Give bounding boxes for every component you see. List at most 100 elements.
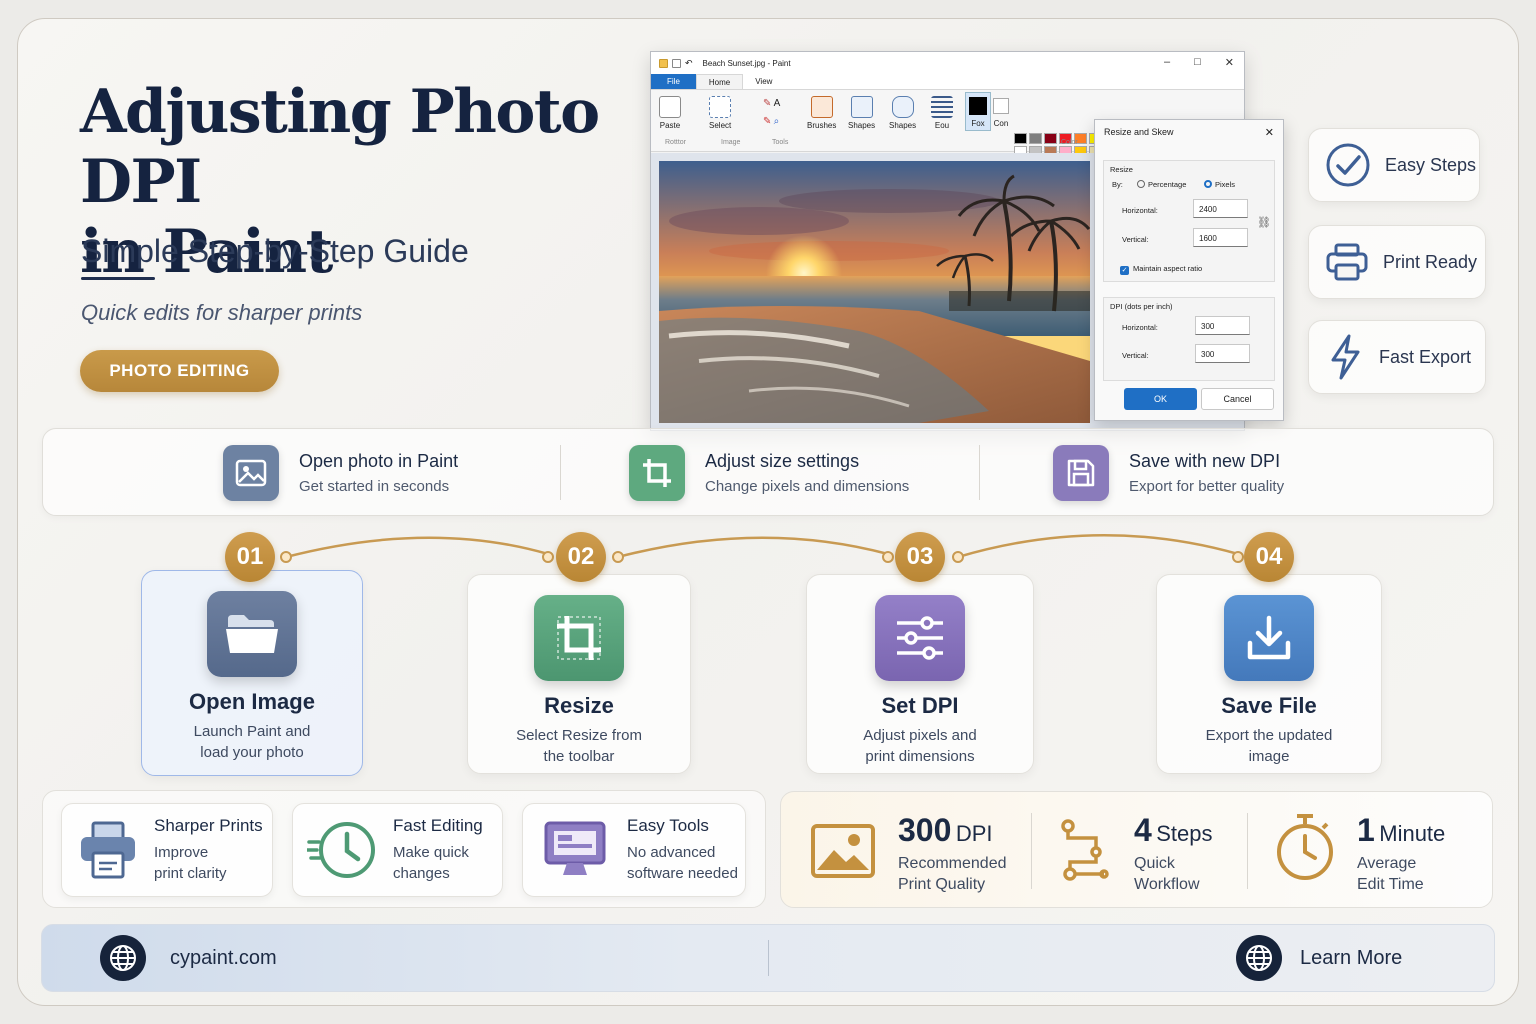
workflow-icon [1061, 819, 1109, 881]
step-desc-line: Launch Paint and [193, 723, 311, 740]
badge-label-easy-steps: Easy Steps [1385, 154, 1477, 175]
group-label-tools: Tools [772, 139, 789, 146]
undo-icon[interactable]: ↶ [685, 58, 693, 69]
step-desc-line: Adjust pixels and [863, 727, 977, 744]
cancel-button[interactable]: Cancel [1201, 388, 1274, 410]
step-card-1[interactable]: Open Image Launch Paint and load your pho… [141, 570, 363, 776]
link-chain-icon[interactable]: ⛓ [1257, 216, 1271, 229]
crop-icon [534, 595, 624, 681]
title-line-1: Adjusting Photo DPI [80, 77, 600, 217]
folder-icon [207, 591, 297, 677]
step-number-4: 04 [1244, 532, 1294, 582]
clock-icon [307, 822, 375, 878]
select-button[interactable]: Select [709, 94, 731, 130]
color-swatch[interactable] [1014, 133, 1027, 144]
vertical-pixels-field[interactable]: 1600 [1193, 228, 1248, 247]
percentage-radio[interactable]: Percentage [1137, 180, 1186, 189]
step-card-3[interactable]: Set DPI Adjust pixels and print dimension… [806, 574, 1034, 774]
step-desc-line: Export the updated [1205, 727, 1333, 744]
stat-desc-line: Average [1357, 855, 1417, 872]
horizontal-label: Horizontal: [1122, 206, 1158, 215]
dialog-title: Resize and Skew [1104, 127, 1174, 137]
feature-desc: Export for better quality [1129, 478, 1285, 495]
color1-button[interactable]: Fox [965, 92, 991, 131]
paste-button[interactable]: Paste [659, 94, 681, 130]
tab-home[interactable]: Home [695, 74, 744, 89]
step-title: Save File [1221, 693, 1317, 718]
quick-save-icon[interactable] [672, 58, 681, 68]
shapes-button[interactable]: Shapes [848, 94, 875, 130]
resize-group: Resize By: Percentage Pixels Horizontal:… [1103, 160, 1275, 282]
benefit-title: Sharper Prints [154, 816, 263, 835]
stat-steps: 4 Steps Quick Workflow [1056, 812, 1213, 895]
page-subtitle: Simple Step-by-Step Guide [81, 233, 469, 269]
footer-site-link[interactable]: cypaint.com [100, 935, 277, 981]
step-card-2[interactable]: Resize Select Resize from the toolbar [467, 574, 691, 774]
stat-desc-line: Recommended [898, 855, 1007, 872]
printer-icon [1326, 243, 1368, 281]
printer-icon [81, 821, 135, 879]
step-desc-line: print dimensions [865, 748, 975, 765]
category-pill[interactable]: PHOTO EDITING [80, 350, 279, 392]
image-icon [811, 824, 875, 878]
site-url: cypaint.com [170, 946, 277, 969]
step-desc: Export the updated image [1157, 725, 1381, 767]
group-label-color: Color [1061, 139, 1078, 146]
step-number-3: 03 [895, 532, 945, 582]
ok-button[interactable]: OK [1124, 388, 1197, 410]
monitor-icon [544, 821, 606, 875]
stat-value: 300 [898, 812, 952, 848]
brushes-label: Brushes [807, 121, 837, 130]
step-number-2: 02 [556, 532, 606, 582]
stat-desc: Recommended Print Quality [898, 853, 1007, 895]
dpi-vertical-label: Vertical: [1122, 351, 1149, 360]
benefit-desc: Make quick changes [393, 842, 483, 884]
color-swatch[interactable] [1029, 133, 1042, 144]
learn-more-link[interactable]: Learn More [1236, 935, 1402, 981]
shapes-button-2[interactable]: Shapes [889, 94, 916, 130]
brushes-button[interactable]: Brushes [807, 94, 836, 130]
feature-desc: Get started in seconds [299, 478, 450, 495]
benefit-desc-line: changes [393, 865, 450, 882]
heart-shape-icon [891, 96, 914, 118]
dpi-horizontal-field[interactable]: 300 [1195, 316, 1250, 335]
step-desc: Adjust pixels and print dimensions [807, 725, 1033, 767]
dialog-close-icon[interactable]: ✕ [1265, 126, 1274, 139]
check-icon: ✓ [1120, 266, 1129, 275]
dpi-vertical-field[interactable]: 300 [1195, 344, 1250, 363]
color2-button[interactable]: Con [993, 94, 1009, 128]
shapes-icon [850, 96, 873, 118]
color-swatch[interactable] [1044, 133, 1057, 144]
pixels-radio[interactable]: Pixels [1204, 180, 1235, 189]
vertical-label: Vertical: [1122, 235, 1149, 244]
step-desc: Select Resize from the toolbar [468, 725, 690, 767]
stat-divider [1031, 813, 1032, 889]
stat-value: 4 [1134, 812, 1152, 848]
crop-icon [629, 445, 685, 501]
benefit-title: Easy Tools [627, 816, 709, 835]
maximize-icon[interactable]: □ [1194, 56, 1201, 69]
fill-tool-icon[interactable]: ✎ ⌕ [763, 116, 779, 127]
horizontal-pixels-field[interactable]: 2400 [1193, 199, 1248, 218]
feature-divider [560, 445, 561, 500]
step-desc: Launch Paint and load your photo [142, 721, 362, 763]
close-icon[interactable]: ✕ [1225, 56, 1234, 69]
learn-more-label: Learn More [1300, 946, 1403, 969]
maintain-aspect-checkbox[interactable]: ✓ Maintain aspect ratio [1120, 264, 1202, 275]
step-desc-line: load your photo [200, 744, 304, 761]
stat-unit: DPI [955, 821, 993, 846]
feature-divider [979, 445, 980, 500]
tab-file[interactable]: File [651, 74, 696, 89]
outline-button[interactable]: Eou [931, 94, 953, 130]
minimize-icon[interactable]: – [1164, 56, 1170, 69]
stat-value: 1 [1357, 812, 1375, 848]
pencil-tool-icon[interactable]: ✎ A [763, 98, 780, 109]
badge-print-ready: Print Ready [1308, 225, 1486, 299]
step-card-4[interactable]: Save File Export the updated image [1156, 574, 1382, 774]
dpi-horizontal-label: Horizontal: [1122, 323, 1158, 332]
step-desc-line: image [1248, 748, 1290, 765]
beach-sunset-photo[interactable] [659, 161, 1090, 423]
tab-view[interactable]: View [743, 74, 784, 89]
benefit-desc-line: software needed [627, 865, 738, 882]
lightning-icon [1331, 334, 1360, 380]
